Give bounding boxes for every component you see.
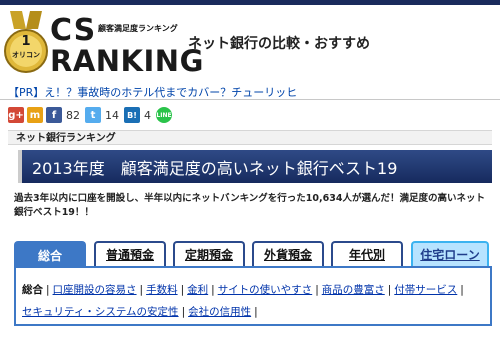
category-fees[interactable]: 手数料 [146,284,178,296]
site-tagline: ネット銀行の比較・おすすめ [188,36,370,52]
logo-cs-text: CS [50,13,97,48]
oricon-medal-icon: 1 オリコン [4,11,48,73]
category-row-2: セキュリティ・システムの安定性 | 会社の信用性 | [22,306,258,318]
cs-ranking-logo[interactable]: 1 オリコン CS 顧客満足度ランキング RANKING [4,11,203,79]
section-label: ネット銀行ランキング [8,130,492,145]
page-title-banner: 2013年度 顧客満足度の高いネット銀行ベスト19 [18,150,492,183]
promo-link[interactable]: 【PR】え！？事故時のホテル代までカバー？チューリッヒ [8,84,297,100]
logo-subtitle: 顧客満足度ランキング [98,24,178,33]
line-icon[interactable]: LINE [156,107,172,123]
hatena-bookmark-icon[interactable]: B! [124,107,140,123]
tab-overall[interactable]: 総合 [14,241,86,268]
tab-ordinary-deposit[interactable]: 普通預金 [94,241,166,266]
page-title: 2013年度 顧客満足度の高いネット銀行ベスト19 [32,159,398,178]
category-reliability[interactable]: 会社の信用性 [188,306,251,318]
category-site-usability[interactable]: サイトの使いやすさ [218,284,313,296]
category-account-opening[interactable]: 口座開設の容易さ [53,284,137,296]
category-product-variety[interactable]: 商品の豊富さ [322,284,385,296]
facebook-icon[interactable]: f [46,107,62,123]
ranking-tabs: 総合 普通預金 定期預金 外貨預金 年代別 住宅ローン [14,241,492,268]
category-interest[interactable]: 金利 [187,284,208,296]
category-extra-services[interactable]: 付帯サービス [394,284,457,296]
hatena-count: 4 [144,108,151,122]
category-row-1: 総合 | 口座開設の容易さ | 手数料 | 金利 | サイトの使いやすさ | 商品の豊富さ | 付帯サー… [22,284,464,296]
svg-text:オリコン: オリコン [12,51,40,59]
google-plus-icon[interactable]: g+ [8,107,24,123]
twitter-count: 14 [105,108,119,122]
tab-time-deposit[interactable]: 定期預金 [173,241,245,266]
share-bar: g+ m f 82 t 14 B! 4 LINE [8,106,175,124]
mixi-icon[interactable]: m [27,107,43,123]
tab-foreign-deposit[interactable]: 外貨預金 [252,241,324,266]
logo-ranking-text: RANKING [50,44,204,78]
category-security[interactable]: セキュリティ・システムの安定性 [22,306,179,318]
header-divider [0,99,500,100]
tab-by-age[interactable]: 年代別 [331,241,403,266]
category-current: 総合 [22,284,43,296]
svg-text:1: 1 [21,34,30,49]
tab-housing-loan[interactable]: 住宅ローン [411,241,489,266]
category-panel: 総合 | 口座開設の容易さ | 手数料 | 金利 | サイトの使いやすさ | 商品の豊富さ | 付帯サー… [14,268,492,326]
ranking-description: 過去3年以内に口座を開設し、半年以内にネットバンキングを行った10,634人が選… [14,193,485,218]
twitter-icon[interactable]: t [85,107,101,123]
facebook-count: 82 [66,108,80,122]
site-header: 1 オリコン CS 顧客満足度ランキング RANKING ネット銀行の比較・おす… [0,5,500,83]
